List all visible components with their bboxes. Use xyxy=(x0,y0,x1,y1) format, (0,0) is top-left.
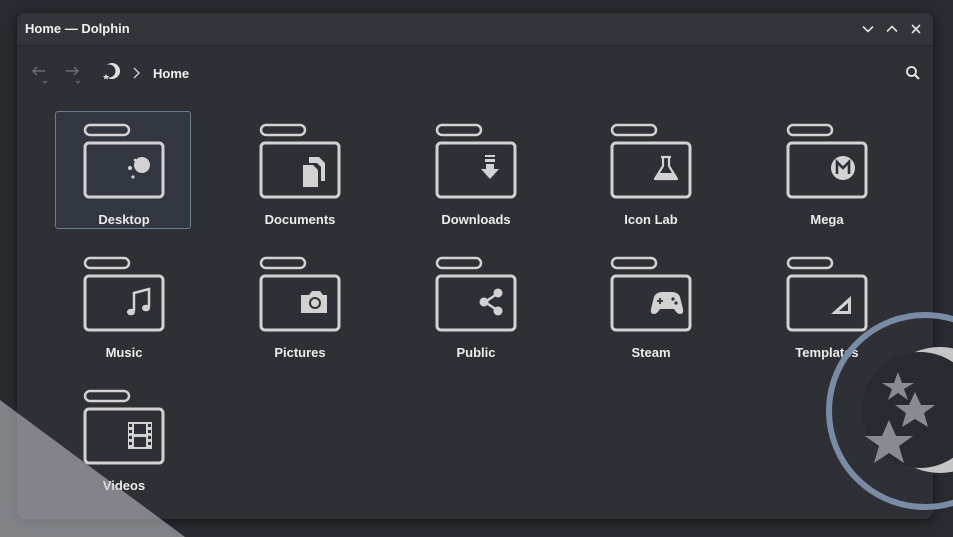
folder-icon-lab[interactable]: Icon Lab xyxy=(582,111,718,229)
folder-public[interactable]: Public xyxy=(407,244,543,362)
flask-icon xyxy=(610,123,692,199)
folder-label: Public xyxy=(456,345,496,360)
folder-label: Steam xyxy=(631,345,671,360)
title-bar[interactable]: Home — Dolphin xyxy=(17,13,933,46)
search-icon xyxy=(906,66,920,80)
chevron-down-icon xyxy=(862,25,874,33)
camera-icon xyxy=(259,256,341,332)
chevron-right-icon xyxy=(133,67,140,79)
folder-label: Icon Lab xyxy=(624,212,678,227)
folder-mega[interactable]: Mega xyxy=(758,111,894,229)
documents-icon xyxy=(259,123,341,199)
folder-label: Desktop xyxy=(98,212,150,227)
maximize-button[interactable] xyxy=(883,20,901,38)
moon-stars-icon xyxy=(102,63,120,80)
breadcrumb-current[interactable]: Home xyxy=(153,66,189,81)
download-arrow-icon xyxy=(435,123,517,199)
gamepad-icon xyxy=(610,256,692,332)
folder-label: Music xyxy=(105,345,143,360)
back-button[interactable] xyxy=(27,62,51,84)
folder-label: Documents xyxy=(264,212,336,227)
close-button[interactable] xyxy=(907,20,925,38)
folder-documents[interactable]: Documents xyxy=(231,111,367,229)
share-icon xyxy=(435,256,517,332)
toolbar: Home xyxy=(17,46,933,98)
arrow-left-icon xyxy=(31,66,48,84)
chevron-up-icon xyxy=(886,25,898,33)
folder-music[interactable]: Music xyxy=(55,244,191,362)
folder-pictures[interactable]: Pictures xyxy=(231,244,367,362)
arrow-right-icon xyxy=(66,66,81,84)
desktop-icon xyxy=(83,123,165,199)
moon-stars-icon xyxy=(826,312,953,510)
folder-label: Pictures xyxy=(274,345,326,360)
search-button[interactable] xyxy=(901,62,925,84)
folder-label: Mega xyxy=(810,212,844,227)
close-icon xyxy=(911,24,921,34)
folder-steam[interactable]: Steam xyxy=(582,244,718,362)
forward-button[interactable] xyxy=(60,62,84,84)
minimize-button[interactable] xyxy=(859,20,877,38)
window-title: Home — Dolphin xyxy=(25,21,130,36)
folder-desktop[interactable]: Desktop xyxy=(55,111,191,229)
decorative-corner-shape xyxy=(0,400,185,537)
music-note-icon xyxy=(83,256,165,332)
mega-icon xyxy=(786,123,868,199)
folder-label: Downloads xyxy=(441,212,511,227)
folder-downloads[interactable]: Downloads xyxy=(407,111,543,229)
breadcrumb-root-button[interactable] xyxy=(99,61,123,83)
